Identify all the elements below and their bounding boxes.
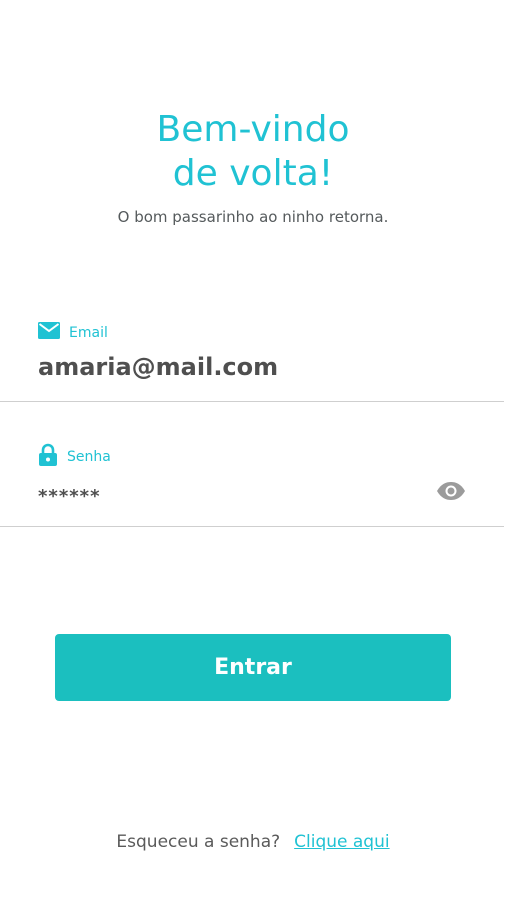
mail-icon: [38, 322, 60, 343]
page-title: Bem-vindo de volta!: [0, 108, 506, 196]
forgot-password-row: Esqueceu a senha? Clique aqui: [0, 830, 506, 854]
lock-icon: [38, 443, 58, 471]
forgot-password-text: Esqueceu a senha?: [116, 832, 281, 852]
password-label-row: Senha: [38, 443, 111, 471]
email-field[interactable]: Email amaria@mail.com: [0, 318, 506, 408]
password-label: Senha: [67, 449, 111, 465]
login-button[interactable]: Entrar: [55, 634, 451, 701]
email-input[interactable]: amaria@mail.com: [38, 352, 278, 382]
password-input[interactable]: ******: [38, 486, 100, 508]
title-line-2: de volta!: [172, 153, 334, 194]
password-underline: [0, 526, 504, 527]
email-underline: [0, 401, 504, 402]
eye-icon[interactable]: [436, 480, 466, 502]
forgot-password-link[interactable]: Clique aqui: [294, 832, 389, 852]
page-subtitle: O bom passarinho ao ninho retorna.: [117, 208, 389, 226]
email-label: Email: [69, 324, 108, 341]
title-line-1: Bem-vindo: [156, 109, 350, 150]
email-label-row: Email: [38, 322, 108, 343]
password-field[interactable]: Senha ******: [0, 440, 506, 530]
